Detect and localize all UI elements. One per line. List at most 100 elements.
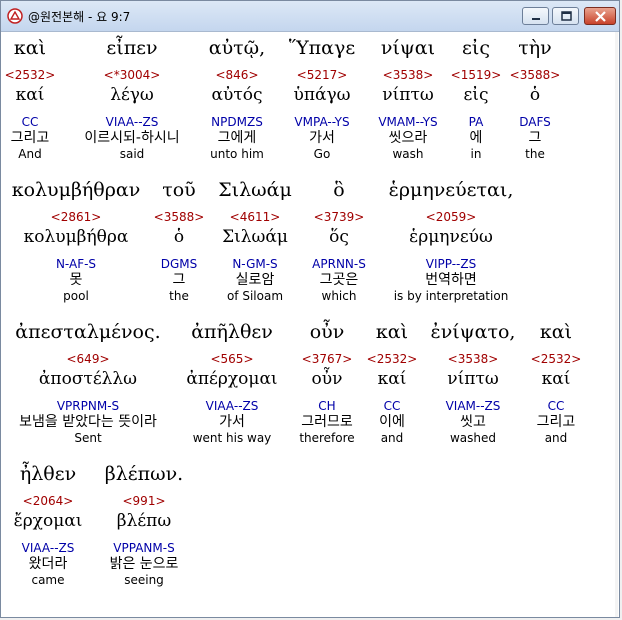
strong-number[interactable]: <3538>: [431, 352, 516, 366]
korean-gloss: 그: [172, 272, 186, 288]
lemma: ἀποστέλλω: [38, 369, 138, 389]
korean-gloss: 그리고: [536, 414, 576, 430]
lemma: εἰς: [463, 85, 489, 105]
app-icon: [7, 8, 23, 24]
lemma: οὖν: [311, 369, 343, 389]
strong-number[interactable]: <1519>: [451, 68, 502, 82]
greek-word: ἀπεσταλμένος.: [15, 321, 161, 343]
english-gloss: in: [470, 147, 482, 161]
word-block[interactable]: νίψαι <3538> νίπτω VMAM--YS 씻으라 wash: [378, 37, 437, 161]
strong-number[interactable]: <649>: [15, 352, 160, 366]
korean-gloss: 그러므로: [301, 414, 353, 430]
lemma: καί: [541, 369, 571, 389]
word-block[interactable]: ἐνίψατο, <3538> νίπτω VIAM--ZS 씻고 washed: [431, 321, 516, 445]
greek-word: καὶ: [539, 321, 573, 343]
greek-word: εἶπεν: [106, 37, 158, 59]
korean-gloss: 씻으라: [388, 130, 428, 146]
lemma: λέγω: [110, 85, 154, 105]
word-block[interactable]: ἀπεσταλμένος. <649> ἀποστέλλω VPRPNM-S 보…: [15, 321, 160, 445]
strong-number[interactable]: <3588>: [154, 210, 205, 224]
parse-code: PA: [468, 115, 484, 129]
word-block[interactable]: τὴν <3588> ὁ DAFS 그 the: [510, 37, 561, 161]
greek-word: τοῦ: [162, 179, 196, 201]
scrollbar[interactable]: [615, 32, 618, 617]
word-block[interactable]: ἑρμηνεύεται, <2059> ἑρμηνεύω VIPP--ZS 번역…: [389, 179, 514, 303]
word-block[interactable]: βλέπων. <991> βλέπω VPPANM-S 밝은 눈으로 seei…: [105, 463, 183, 587]
maximize-button[interactable]: [552, 7, 579, 25]
english-gloss: the: [169, 289, 189, 303]
greek-word: ἑρμηνεύεται,: [388, 179, 514, 201]
greek-word: καὶ: [375, 321, 409, 343]
parse-code: DAFS: [519, 115, 551, 129]
strong-number[interactable]: <2532>: [367, 352, 418, 366]
word-block[interactable]: ἦλθεν <2064> ἔρχομαι VIAA--ZS 왔더라 came: [14, 463, 83, 587]
lemma: ἔρχομαι: [13, 511, 83, 531]
lemma: αὐτός: [211, 85, 263, 105]
lemma: ὁ: [529, 85, 541, 105]
word-block[interactable]: καὶ <2532> καί CC 이에 and: [367, 321, 418, 445]
lemma: βλέπω: [116, 511, 172, 531]
strong-number[interactable]: <2059>: [389, 210, 514, 224]
strong-number[interactable]: <2532>: [5, 68, 56, 82]
parse-code: VIAA--ZS: [105, 115, 159, 129]
korean-gloss: 그에게: [217, 130, 257, 146]
english-gloss: wash: [392, 147, 424, 161]
strong-number[interactable]: <565>: [186, 352, 277, 366]
korean-gloss: 가서: [309, 130, 335, 146]
word-block[interactable]: εἰς <1519> εἰς PA 에 in: [451, 37, 502, 161]
parse-code: APRNN-S: [312, 257, 366, 271]
lemma: νίπτω: [447, 369, 499, 389]
word-block[interactable]: ὃ <3739> ὅς APRNN-S 그곳은 which: [312, 179, 366, 303]
word-block[interactable]: οὖν <3767> οὖν CH 그러므로 therefore: [299, 321, 354, 445]
word-block[interactable]: εἶπεν <*3004> λέγω VIAA--ZS 이르시되-하시니 sai…: [84, 37, 179, 161]
interlinear-view[interactable]: καὶ <2532> καί CC 그리고 And εἶπεν <*3004> …: [3, 32, 616, 617]
greek-word: νίψαι: [380, 37, 436, 59]
korean-gloss: 그곳은: [319, 272, 359, 288]
word-block[interactable]: καὶ <2532> καί CC 그리고 and: [531, 321, 582, 445]
greek-word: ἀπῆλθεν: [191, 321, 273, 343]
strong-number[interactable]: <3538>: [378, 68, 437, 82]
word-block[interactable]: Σιλωάμ <4611> Σιλωάμ N-GM-S 실로암 of Siloa…: [218, 179, 292, 303]
word-block[interactable]: κολυμβήθραν <2861> κολυμβήθρα N-AF-S 못 p…: [12, 179, 141, 303]
minimize-button[interactable]: [522, 7, 549, 25]
strong-number[interactable]: <2861>: [12, 210, 141, 224]
lemma: Σιλωάμ: [222, 227, 288, 247]
parse-code: CH: [318, 399, 336, 413]
greek-word: αὐτῷ,: [208, 37, 266, 59]
word-block[interactable]: τοῦ <3588> ὁ DGMS 그 the: [154, 179, 205, 303]
word-block[interactable]: αὐτῷ, <846> αὐτός NPDMZS 그에게 unto him: [209, 37, 265, 161]
strong-number[interactable]: <3767>: [299, 352, 354, 366]
parse-code: CC: [21, 115, 39, 129]
lemma: καί: [377, 369, 407, 389]
close-button[interactable]: [584, 7, 616, 25]
english-gloss: said: [119, 147, 145, 161]
strong-number[interactable]: <3739>: [312, 210, 366, 224]
strong-number[interactable]: <846>: [209, 68, 265, 82]
word-block[interactable]: ἀπῆλθεν <565> ἀπέρχομαι VIAA--ZS 가서 went…: [186, 321, 277, 445]
parse-code: VIAA--ZS: [205, 399, 259, 413]
english-gloss: is by interpretation: [393, 289, 509, 303]
parse-code: CC: [547, 399, 565, 413]
strong-number[interactable]: <*3004>: [84, 68, 179, 82]
strong-number[interactable]: <991>: [105, 494, 183, 508]
english-gloss: And: [18, 147, 42, 161]
lemma: κολυμβήθρα: [23, 227, 129, 247]
word-block[interactable]: καὶ <2532> καί CC 그리고 And: [5, 37, 56, 161]
title-bar[interactable]: @원전본해 - 요 9:7: [1, 1, 619, 32]
strong-number[interactable]: <5217>: [289, 68, 355, 82]
parse-code: VPRPNM-S: [56, 399, 120, 413]
strong-number[interactable]: <3588>: [510, 68, 561, 82]
parse-code: CC: [383, 399, 401, 413]
english-gloss: Go: [313, 147, 331, 161]
strong-number[interactable]: <2532>: [531, 352, 582, 366]
minimize-icon: [532, 18, 540, 20]
greek-word: βλέπων.: [104, 463, 184, 485]
strong-number[interactable]: <4611>: [218, 210, 292, 224]
korean-gloss: 보냄을 받았다는 뜻이라: [19, 414, 157, 430]
greek-word: εἰς: [462, 37, 490, 59]
word-block[interactable]: Ὕπαγε <5217> ὑπάγω VMPA--YS 가서 Go: [289, 37, 355, 161]
english-gloss: therefore: [299, 431, 355, 445]
korean-gloss: 에: [469, 130, 483, 146]
strong-number[interactable]: <2064>: [14, 494, 83, 508]
lemma: ὅς: [329, 227, 349, 247]
